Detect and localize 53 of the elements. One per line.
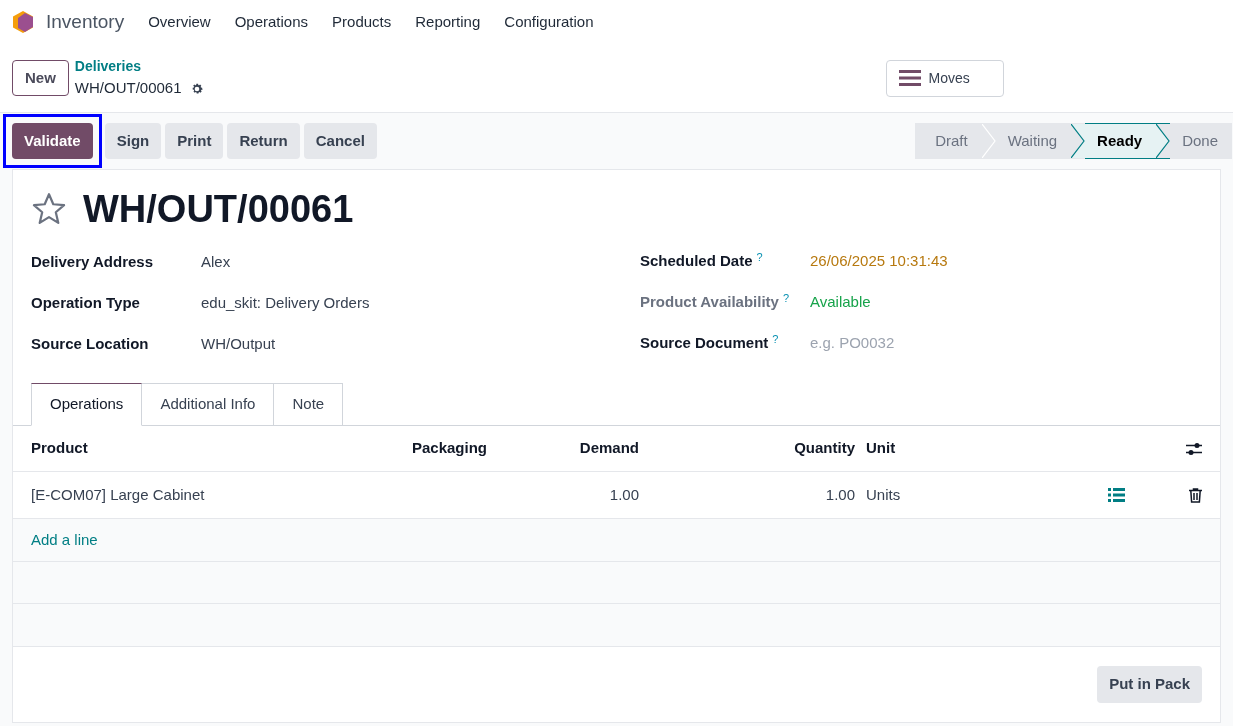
status-stage[interactable]: Done — [1170, 123, 1232, 159]
field-label: Source Document — [640, 333, 769, 353]
add-line-link[interactable]: Add a line — [31, 528, 98, 552]
column-header[interactable]: Unit — [866, 437, 896, 460]
field-value: edu_skit: Delivery Orders — [201, 293, 370, 313]
validate-button[interactable]: Validate — [12, 123, 93, 159]
column-header[interactable]: Quantity — [639, 437, 855, 460]
field-value: Alex — [201, 252, 231, 272]
help-mark[interactable]: ? — [756, 251, 763, 263]
record-title: WH/OUT/00061 — [83, 190, 354, 228]
detail-list-icon[interactable] — [1108, 488, 1126, 502]
settings-sliders-icon[interactable] — [1186, 441, 1202, 456]
menu-item[interactable]: Overview — [148, 10, 211, 34]
menu-item[interactable]: Configuration — [504, 10, 594, 34]
column-header[interactable]: Demand — [487, 437, 639, 460]
trash-icon[interactable] — [1189, 487, 1202, 503]
status-stage[interactable]: Draft — [915, 123, 996, 159]
moves-button[interactable]: Moves — [885, 59, 1004, 97]
menu-item[interactable]: Reporting — [415, 10, 481, 34]
field-value: Available — [810, 292, 871, 312]
field-label: Delivery Address — [31, 252, 153, 272]
input-field[interactable]: e.g. PO0032 — [810, 333, 1010, 353]
put-in-pack-button[interactable]: Put in Pack — [1097, 666, 1202, 703]
field-value: 26/06/2025 10:31:43 — [810, 251, 948, 271]
list-icon — [898, 70, 921, 86]
record-name: WH/OUT/00061 — [74, 78, 182, 99]
action-button[interactable]: Return — [227, 123, 300, 159]
field-value: WH/Output — [201, 334, 276, 354]
action-button[interactable]: Print — [165, 123, 224, 159]
chevron-separator-icon — [981, 124, 996, 158]
table-cell-text: 1.00 — [608, 484, 639, 505]
column-header[interactable]: Product — [31, 437, 371, 460]
field-label: Source Location — [31, 334, 149, 354]
menu-item[interactable]: Operations — [234, 10, 309, 34]
tab[interactable]: Note — [273, 383, 344, 426]
field-label: Product Availability — [640, 292, 779, 312]
table-cell-text: [E-COM07] Large Cabinet — [31, 484, 206, 505]
help-mark[interactable]: ? — [772, 333, 779, 345]
action-button[interactable]: Cancel — [303, 123, 377, 159]
field-label: Scheduled Date — [640, 251, 753, 271]
star-icon[interactable] — [31, 192, 67, 226]
app-title[interactable]: Inventory — [46, 7, 125, 37]
tab[interactable]: Operations — [31, 383, 143, 426]
table-cell-text: Units — [866, 484, 901, 505]
table-cell-text: 1.00 — [824, 484, 855, 505]
field-label: Operation Type — [31, 293, 140, 313]
new-button[interactable]: New — [12, 60, 69, 96]
column-header[interactable]: Packaging — [371, 437, 487, 460]
breadcrumb-link[interactable]: Deliveries — [74, 56, 204, 78]
status-stage[interactable]: Waiting — [995, 123, 1086, 159]
app-logo-icon[interactable] — [12, 10, 34, 34]
menu-item[interactable]: Products — [332, 10, 392, 34]
action-button[interactable]: Sign — [104, 123, 162, 159]
